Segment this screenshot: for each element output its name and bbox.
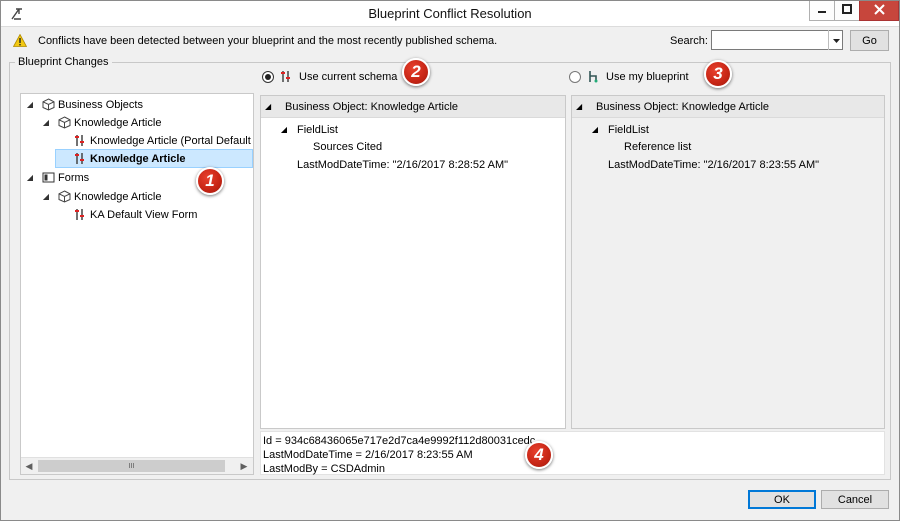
my-blueprint-label: Use my blueprint — [606, 71, 689, 83]
warning-icon — [12, 33, 28, 47]
tree-item-knowledge-article[interactable]: ◢ Knowledge Article — [41, 113, 161, 132]
last-mod-label: LastModDateTime: "2/16/2017 8:23:55 AM" — [608, 158, 820, 171]
current-schema-radio[interactable] — [262, 71, 274, 83]
horizontal-scrollbar[interactable]: ◀ III ▶ — [21, 457, 253, 474]
fields-icon — [73, 208, 87, 222]
scrollbar-thumb[interactable]: III — [38, 460, 225, 472]
form-icon — [41, 171, 55, 185]
ok-button[interactable]: OK — [748, 490, 816, 509]
field-item-label: Sources Cited — [313, 140, 383, 153]
chevron-down-icon — [832, 34, 840, 46]
title-bar: Blueprint Conflict Resolution — [1, 1, 899, 27]
fieldlist-label: FieldList — [608, 123, 649, 136]
tree-item-label: KA Default View Form — [90, 208, 198, 221]
last-mod-label: LastModDateTime: "2/16/2017 8:28:52 AM" — [297, 158, 509, 171]
expander-icon[interactable]: ◢ — [590, 125, 600, 134]
expander-icon[interactable]: ◢ — [279, 125, 289, 134]
close-button[interactable] — [859, 1, 899, 21]
field-item[interactable]: Reference list — [624, 138, 691, 155]
blueprint-icon — [587, 70, 601, 84]
conflict-message: Conflicts have been detected between you… — [38, 35, 498, 47]
field-item-label: Reference list — [624, 140, 692, 153]
tree-item-knowledge-article-selected[interactable]: Knowledge Article — [55, 149, 253, 168]
expander-icon[interactable]: ◢ — [41, 192, 51, 201]
last-mod-row: LastModDateTime: "2/16/2017 8:28:52 AM" — [297, 156, 508, 173]
minimize-icon — [817, 4, 827, 17]
expander-icon[interactable]: ◢ — [41, 118, 51, 127]
pane-header-label: Business Object: Knowledge Article — [285, 100, 459, 113]
maximize-button[interactable] — [834, 1, 860, 21]
cube-icon — [57, 116, 71, 130]
tree-item-knowledge-article-portal[interactable]: Knowledge Article (Portal Default … — [73, 131, 254, 150]
conflict-resolution-window: Blueprint Conflict Resolution Conflicts … — [0, 0, 900, 521]
search-label: Search: — [670, 35, 708, 47]
search-dropdown-button[interactable] — [828, 30, 843, 50]
cube-icon — [57, 190, 71, 204]
tree-item-forms-knowledge-article[interactable]: ◢ Knowledge Article — [41, 187, 161, 206]
tree-item-label: Knowledge Article — [74, 116, 162, 129]
fields-icon — [280, 70, 294, 84]
window-title: Blueprint Conflict Resolution — [368, 6, 532, 21]
pane-header[interactable]: ◢ Business Object: Knowledge Article — [261, 96, 565, 118]
callout-marker-3: 3 — [704, 60, 732, 88]
current-schema-pane: ◢ Business Object: Knowledge Article ◢ F… — [260, 95, 566, 429]
my-blueprint-radio[interactable] — [569, 71, 581, 83]
expander-icon[interactable]: ◢ — [576, 102, 586, 111]
fieldlist-node[interactable]: ◢ FieldList — [279, 121, 338, 138]
tree-item-business-objects[interactable]: ◢ Business Objects — [25, 95, 143, 114]
tree-item-label: Knowledge Article — [74, 190, 162, 203]
tree-item-label: Knowledge Article — [90, 152, 186, 165]
expander-icon[interactable]: ◢ — [25, 100, 35, 109]
expander-icon[interactable]: ◢ — [25, 173, 35, 182]
detail-last-mod-by: LastModBy = CSDAdmin — [263, 463, 385, 475]
details-panel: Id = 934c68436065e717e2d7ca4e9992f112d80… — [260, 431, 885, 475]
go-button[interactable]: Go — [850, 30, 889, 51]
current-schema-label: Use current schema — [299, 71, 398, 83]
tree-item-label: Knowledge Article (Portal Default … — [90, 134, 254, 147]
scrollbar-grip: III — [128, 462, 135, 470]
use-current-schema-option[interactable]: Use current schema — [262, 68, 397, 86]
my-blueprint-pane: ◢ Business Object: Knowledge Article ◢ F… — [571, 95, 885, 429]
tree-item-ka-default-view-form[interactable]: KA Default View Form — [73, 205, 197, 224]
fieldlist-label: FieldList — [297, 123, 338, 136]
detail-last-mod: LastModDateTime = 2/16/2017 8:23:55 AM — [263, 449, 473, 461]
fields-icon — [73, 134, 87, 148]
cancel-button[interactable]: Cancel — [821, 490, 889, 509]
change-tree: ◢ Business Objects ◢ Knowledge Article K… — [20, 93, 254, 475]
expander-icon[interactable]: ◢ — [265, 102, 275, 111]
pane-header-label: Business Object: Knowledge Article — [596, 100, 770, 113]
last-mod-row: LastModDateTime: "2/16/2017 8:23:55 AM" — [608, 156, 819, 173]
field-item[interactable]: Sources Cited — [313, 138, 382, 155]
callout-marker-2: 2 — [402, 58, 430, 86]
fieldlist-node[interactable]: ◢ FieldList — [590, 121, 649, 138]
minimize-button[interactable] — [809, 1, 835, 21]
close-icon — [873, 3, 885, 18]
tree-item-forms[interactable]: ◢ Forms — [25, 168, 89, 187]
maximize-icon — [842, 4, 852, 17]
callout-marker-4: 4 — [525, 441, 553, 469]
group-title: Blueprint Changes — [15, 56, 112, 68]
cube-icon — [41, 98, 55, 112]
detail-id: Id = 934c68436065e717e2d7ca4e9992f112d80… — [263, 435, 536, 447]
scroll-left-icon[interactable]: ◀ — [24, 461, 34, 472]
pane-header[interactable]: ◢ Business Object: Knowledge Article — [572, 96, 884, 118]
scroll-right-icon[interactable]: ▶ — [239, 461, 249, 472]
search-input[interactable] — [711, 30, 843, 50]
use-my-blueprint-option[interactable]: Use my blueprint — [569, 68, 689, 86]
callout-marker-1: 1 — [196, 167, 224, 195]
fields-icon — [73, 152, 87, 166]
tree-item-label: Forms — [58, 171, 90, 184]
tree-item-label: Business Objects — [58, 98, 143, 111]
